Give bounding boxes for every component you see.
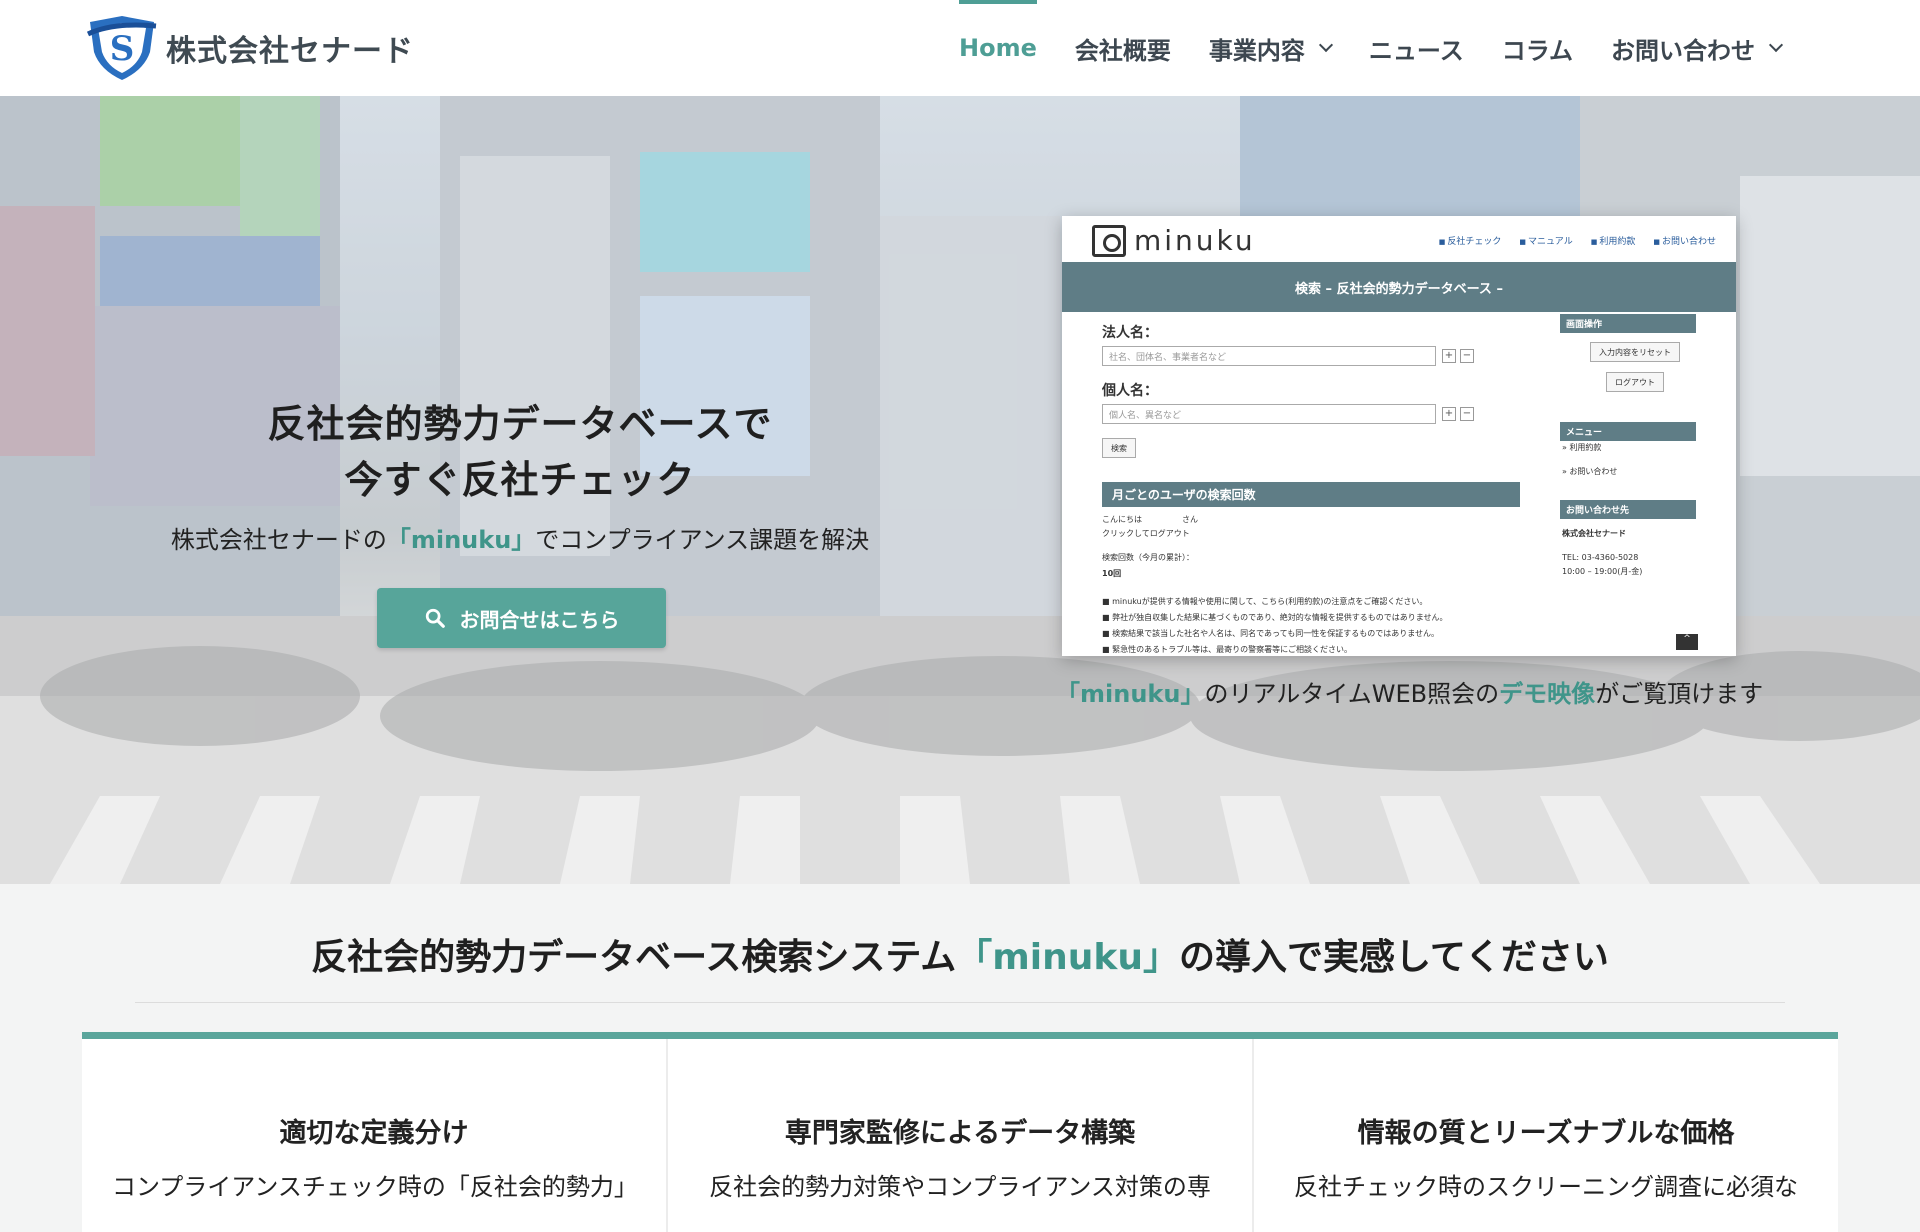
minuku-body: 法人名： 社名、団体名、事業者名など + − 個人名： 個人名、異名など + −… bbox=[1062, 312, 1736, 656]
minuku-search-button: 検索 bbox=[1102, 438, 1136, 458]
logout-button: ログアウト bbox=[1606, 372, 1664, 392]
chevron-down-icon bbox=[1318, 37, 1333, 53]
logout-link-text: クリックしてログアウト bbox=[1102, 529, 1190, 538]
note-1: ■ minukuが提供する情報や使用に関して、こちら(利用約款)の注意点をご確認… bbox=[1102, 597, 1428, 606]
main-nav: Home 会社概要 事業内容 ニュース コラム お問い合わせ bbox=[940, 0, 1800, 96]
person-input: 個人名、異名など bbox=[1102, 404, 1436, 424]
side-hours: 10:00 – 19:00(月-金) bbox=[1562, 567, 1643, 576]
nav-news[interactable]: ニュース bbox=[1350, 0, 1483, 96]
minuku-demo-screenshot[interactable]: minuku 反社チェック マニュアル 利用約款 お問い合わせ 検索 – 反社会… bbox=[1062, 216, 1736, 656]
minuku-title-bar: 検索 – 反社会的勢力データベース – bbox=[1062, 262, 1736, 312]
features-heading: 反社会的勢力データベース検索システム「minuku」の導入で実感してください bbox=[311, 937, 1609, 978]
feature-card: 情報の質とリーズナブルな価格 反社チェック時のスクリーニング調査に必須な bbox=[1252, 1039, 1838, 1232]
side-menu-title: メニュー bbox=[1560, 422, 1696, 441]
plus-icon: + bbox=[1442, 407, 1456, 421]
site-header: S 株式会社セナード Home 会社概要 事業内容 ニュース コラム お問い合わ… bbox=[0, 0, 1920, 96]
site-logo[interactable]: S 株式会社セナード bbox=[84, 12, 414, 84]
plus-icon: + bbox=[1442, 349, 1456, 363]
shield-logo-icon: S bbox=[86, 16, 157, 80]
person-label: 個人名： bbox=[1102, 383, 1158, 399]
minuku-mark-icon bbox=[1092, 224, 1126, 257]
nav-company[interactable]: 会社概要 bbox=[1056, 0, 1190, 96]
feature-card-title: 情報の質とリーズナブルな価格 bbox=[1357, 1118, 1735, 1149]
minuku-menu: 反社チェック マニュアル 利用約款 お問い合わせ bbox=[1439, 234, 1716, 247]
nav-home[interactable]: Home bbox=[940, 0, 1056, 96]
side-contact-link: » お問い合わせ bbox=[1562, 467, 1618, 476]
feature-card: 専門家監修によるデータ構築 反社会的勢力対策やコンプライアンス対策の専 bbox=[666, 1039, 1252, 1232]
side-company-name: 株式会社セナード bbox=[1562, 529, 1626, 538]
reset-button: 入力内容をリセット bbox=[1590, 342, 1680, 362]
note-4: ■ 緊急性のあるトラブル等は、最寄りの警察署等にご相談ください。 bbox=[1102, 645, 1352, 654]
demo-caption: 「minuku」のリアルタイムWEB照会のデモ映像がご覧頂けます bbox=[1056, 680, 1764, 708]
hero-subtitle: 株式会社セナードの「minuku」でコンプライアンス課題を解決 bbox=[170, 526, 870, 554]
side-terms-link: » 利用約款 bbox=[1562, 443, 1602, 452]
note-3: ■ 検索結果で該当した社名や人名は、同名であっても同一性を保証するものではありま… bbox=[1102, 629, 1439, 638]
feature-card-title: 専門家監修によるデータ構築 bbox=[784, 1118, 1136, 1149]
minus-icon: − bbox=[1460, 407, 1474, 421]
nav-contact[interactable]: お問い合わせ bbox=[1592, 0, 1800, 96]
side-inquiry-title: お問い合わせ先 bbox=[1560, 500, 1696, 519]
chevron-down-icon bbox=[1768, 37, 1784, 53]
feature-card-text: コンプライアンスチェック時の「反社会的勢力」 bbox=[112, 1173, 636, 1201]
nav-column[interactable]: コラム bbox=[1483, 0, 1592, 96]
section-divider bbox=[135, 1002, 1785, 1003]
hero-section: 反社会的勢力データベースで 今すぐ反社チェック 株式会社セナードの「minuku… bbox=[0, 96, 1920, 884]
count-title-bar: 月ごとのユーザの検索回数 bbox=[1102, 482, 1520, 507]
logo-text: 株式会社セナード bbox=[166, 34, 414, 69]
note-2: ■ 弊社が独自収集した結果に基づくものであり、絶対的な情報を提供するものではあり… bbox=[1102, 613, 1448, 622]
count-value: 10回 bbox=[1102, 569, 1122, 578]
feature-card-text: 反社会的勢力対策やコンプライアンス対策の専 bbox=[709, 1173, 1211, 1201]
feature-card-text: 反社チェック時のスクリーニング調査に必須な bbox=[1294, 1173, 1798, 1201]
contact-cta-button[interactable]: お問合せはこちら bbox=[377, 588, 666, 648]
count-label: 検索回数（今月の累計）： bbox=[1102, 553, 1194, 562]
side-ops-title: 画面操作 bbox=[1560, 314, 1696, 333]
search-icon bbox=[425, 608, 445, 628]
feature-card-title: 適切な定義分け bbox=[279, 1118, 469, 1149]
corp-input: 社名、団体名、事業者名など bbox=[1102, 346, 1436, 366]
svg-text:S: S bbox=[110, 29, 135, 69]
demo-video-link[interactable]: デモ映像 bbox=[1499, 680, 1595, 708]
nav-business[interactable]: 事業内容 bbox=[1190, 0, 1350, 96]
minuku-header: minuku 反社チェック マニュアル 利用約款 お問い合わせ bbox=[1062, 216, 1736, 262]
scroll-top-icon: ^ bbox=[1676, 634, 1698, 650]
feature-card: 適切な定義分け コンプライアンスチェック時の「反社会的勢力」 bbox=[82, 1039, 666, 1232]
minus-icon: − bbox=[1460, 349, 1474, 363]
feature-cards: 適切な定義分け コンプライアンスチェック時の「反社会的勢力」 専門家監修によるデ… bbox=[82, 1032, 1838, 1232]
minuku-logo: minuku bbox=[1092, 224, 1256, 257]
hero-title: 反社会的勢力データベースで 今すぐ反社チェック bbox=[267, 402, 773, 502]
corp-label: 法人名： bbox=[1102, 325, 1158, 341]
